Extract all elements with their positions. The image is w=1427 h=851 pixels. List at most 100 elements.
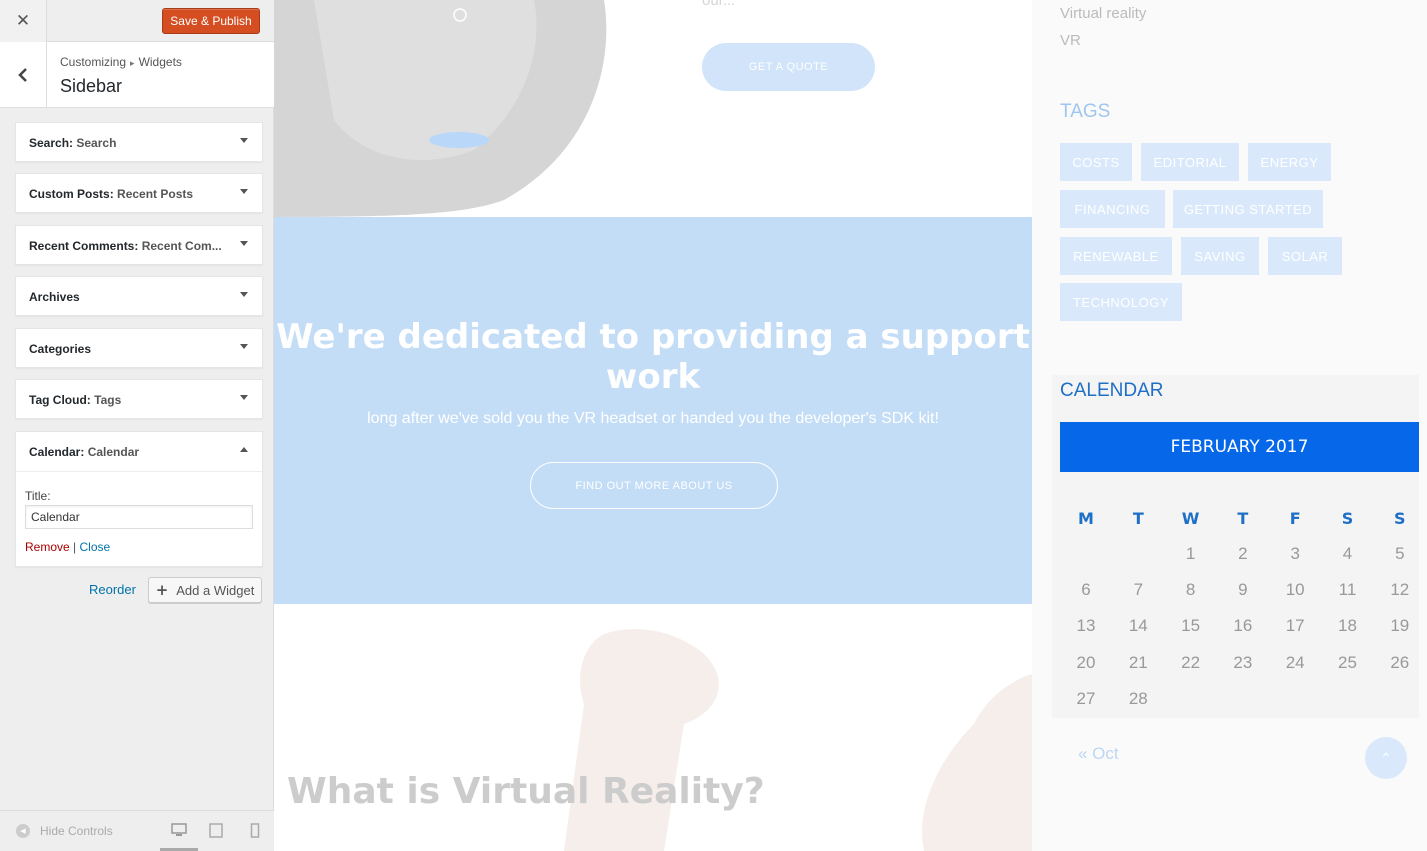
breadcrumb-root: Customizing <box>60 55 127 69</box>
widget-name: Calendar <box>29 445 81 459</box>
expand-arrow-icon[interactable] <box>240 138 248 143</box>
preview-sidebar: Virtual reality VR TAGS COSTS EDITORIAL … <box>1032 0 1427 851</box>
widget-title: Custom Posts: Recent Posts <box>29 187 194 201</box>
support-heading: We're dedicated to providing a support w… <box>276 317 1030 397</box>
breadcrumb-separator: ▸ <box>130 58 135 68</box>
calendar-day: 15 <box>1181 616 1201 636</box>
calendar-day: 2 <box>1238 544 1248 563</box>
category-link[interactable]: VR <box>1060 32 1081 49</box>
tag-link[interactable]: FINANCING <box>1060 190 1165 228</box>
desktop-preview-icon[interactable] <box>171 823 187 839</box>
widget-title: Tag Cloud: Tags <box>29 393 122 407</box>
widget-search[interactable]: Search: Search <box>15 122 263 162</box>
save-publish-button[interactable]: Save & Publish <box>162 8 260 34</box>
actions-divider: | <box>73 540 77 554</box>
expand-arrow-icon[interactable] <box>240 189 248 194</box>
hero-section: our... GET A QUOTE <box>274 0 1032 217</box>
title-field[interactable] <box>25 505 253 529</box>
calendar-day: 22 <box>1181 652 1201 672</box>
weekday-header: F <box>1289 509 1301 528</box>
tag-link[interactable]: RENEWABLE <box>1060 237 1172 275</box>
widget-recent-comments[interactable]: Recent Comments: Recent Com... <box>15 225 263 265</box>
widget-instance: Recent Posts <box>117 187 194 201</box>
remove-link[interactable]: Remove <box>25 540 70 554</box>
calendar-day: 28 <box>1128 688 1148 708</box>
reorder-link[interactable]: Reorder <box>89 582 136 597</box>
widget-instance: Tags <box>94 393 122 407</box>
breadcrumb-section: Widgets <box>138 55 182 69</box>
get-quote-button[interactable]: GET A QUOTE <box>702 43 875 91</box>
widget-name: Search <box>29 136 70 150</box>
back-arrow-icon[interactable] <box>0 42 47 107</box>
tag-link[interactable]: EDITORIAL <box>1141 143 1239 181</box>
calendar-day: 21 <box>1128 652 1148 672</box>
close-link[interactable]: Close <box>80 540 111 554</box>
support-subtext: long after we've sold you the VR headset… <box>367 410 939 427</box>
widget-actions: Remove | Close <box>25 540 110 554</box>
calendar-day: 3 <box>1290 544 1300 563</box>
calendar-day: 25 <box>1338 652 1357 672</box>
calendar-day: 23 <box>1233 652 1253 672</box>
calendar-day: 17 <box>1285 616 1305 636</box>
widget-title: Search: Search <box>29 136 117 150</box>
category-link[interactable]: Virtual reality <box>1060 5 1146 22</box>
site-preview: our... GET A QUOTE We're dedicated to pr… <box>274 0 1427 851</box>
calendar-day: 18 <box>1338 616 1357 636</box>
tag-link[interactable]: COSTS <box>1060 143 1132 181</box>
teaser-text: our... <box>702 0 736 9</box>
tag-link[interactable]: SAVING <box>1181 237 1259 275</box>
previous-month-link[interactable]: « Oct <box>1078 744 1119 764</box>
title-field-label: Title: <box>25 489 51 503</box>
collapse-arrow-icon[interactable] <box>240 447 248 452</box>
lower-section: What is Virtual Reality? <box>274 604 1032 851</box>
widget-instance: Recent Com... <box>141 239 222 253</box>
tag-link[interactable]: SOLAR <box>1268 237 1342 275</box>
widget-archives[interactable]: Archives <box>15 276 263 316</box>
customizer-header: ✕ Save & Publish <box>0 0 274 42</box>
widget-title: Recent Comments: Recent Com... <box>29 239 222 253</box>
find-out-more-button[interactable]: FIND OUT MORE ABOUT US <box>530 462 778 509</box>
calendar-day: 10 <box>1285 580 1305 600</box>
scroll-to-top-button[interactable]: ⌃ <box>1365 737 1407 779</box>
plus-icon: + <box>155 581 169 599</box>
widget-instance: Calendar <box>87 445 140 459</box>
weekday-header: T <box>1132 509 1144 528</box>
tag-link[interactable]: ENERGY <box>1248 143 1331 181</box>
calendar-widget: CALENDAR FEBRUARY 2017 MTWTFSS1234567891… <box>1052 375 1419 718</box>
weekday-header: T <box>1237 509 1249 528</box>
calendar-day: 7 <box>1133 580 1144 600</box>
section-title: Sidebar <box>60 76 123 96</box>
widget-instance: Search <box>76 136 117 150</box>
expand-arrow-icon[interactable] <box>240 241 248 246</box>
close-icon[interactable]: ✕ <box>0 0 47 42</box>
expand-arrow-icon[interactable] <box>240 344 248 349</box>
calendar-day: 26 <box>1390 652 1410 672</box>
calendar-day: 9 <box>1238 580 1248 600</box>
tag-link[interactable]: TECHNOLOGY <box>1060 283 1182 321</box>
widget-custom-posts[interactable]: Custom Posts: Recent Posts <box>15 173 263 213</box>
calendar-day: 6 <box>1081 580 1091 600</box>
tag-link[interactable]: GETTING STARTED <box>1173 190 1323 228</box>
widget-name: Tag Cloud <box>29 393 87 407</box>
support-band: We're dedicated to providing a support w… <box>274 217 1032 604</box>
add-widget-button[interactable]: + Add a Widget <box>148 577 262 603</box>
calendar-day: 8 <box>1185 580 1196 600</box>
calendar-day: 24 <box>1285 652 1305 672</box>
expand-arrow-icon[interactable] <box>240 395 248 400</box>
calendar-day: 5 <box>1395 544 1405 563</box>
calendar-day: 11 <box>1338 580 1357 600</box>
expand-arrow-icon[interactable] <box>240 292 248 297</box>
widget-name: Recent Comments <box>29 239 135 253</box>
what-is-vr-heading: What is Virtual Reality? <box>287 771 765 812</box>
tablet-preview-icon[interactable] <box>208 823 224 839</box>
mobile-preview-icon[interactable] <box>247 823 263 839</box>
widget-tag-cloud[interactable]: Tag Cloud: Tags <box>15 379 263 419</box>
calendar-day: 4 <box>1342 544 1353 563</box>
vr-headset-image <box>274 0 607 217</box>
customizer-panel: ✕ Save & Publish Customizing ▸ Widgets Sid… <box>0 0 274 851</box>
hide-controls-button[interactable]: ◀ Hide Controls <box>16 824 113 838</box>
collapse-circle-icon: ◀ <box>16 824 30 838</box>
widget-calendar[interactable]: Calendar: Calendar Title: Remove | Close <box>15 431 263 567</box>
hide-controls-label: Hide Controls <box>40 824 113 838</box>
widget-categories[interactable]: Categories <box>15 328 263 368</box>
